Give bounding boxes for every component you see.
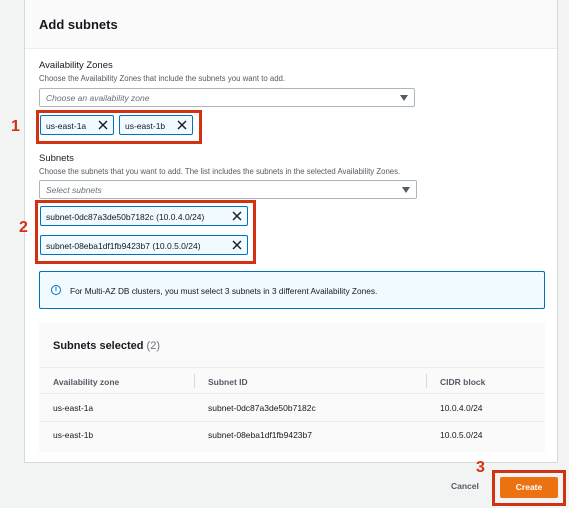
panel-header: Add subnets (25, 0, 557, 49)
cancel-button[interactable]: Cancel (451, 481, 479, 491)
table-cell-az: us-east-1a (53, 403, 94, 413)
table-cell-cidr: 10.0.4.0/24 (440, 403, 483, 413)
subnets-selected-count: (2) (146, 340, 160, 352)
subnets-selected-panel: Subnets selected (2) Availability zone S… (39, 323, 545, 452)
info-icon: i (51, 285, 61, 295)
table-cell-subnet-id: subnet-08eba1df1fb9423b7 (208, 430, 312, 440)
caret-down-icon (402, 187, 410, 193)
column-separator (194, 374, 195, 388)
table-cell-cidr: 10.0.5.0/24 (440, 430, 483, 440)
annotation-number: 1 (11, 118, 20, 135)
create-button[interactable]: Create (500, 477, 558, 498)
annotation-number: 3 (476, 459, 485, 476)
column-header-cidr: CIDR block (440, 377, 486, 387)
annotation-number: 2 (19, 219, 28, 236)
divider (39, 421, 545, 422)
table-cell-az: us-east-1b (53, 430, 94, 440)
highlight-box-subnet-tokens (35, 200, 256, 264)
highlight-box-az-tokens (36, 110, 202, 144)
divider (39, 367, 545, 368)
subnets-select[interactable]: Select subnets (39, 180, 417, 199)
info-alert: i For Multi-AZ DB clusters, you must sel… (39, 271, 545, 309)
subnets-selected-title-text: Subnets selected (53, 340, 144, 352)
table-cell-subnet-id: subnet-0dc87a3de50b7182c (208, 403, 316, 413)
az-description: Choose the Availability Zones that inclu… (39, 74, 286, 83)
divider (39, 393, 545, 394)
column-separator (426, 374, 427, 388)
panel-title: Add subnets (39, 17, 118, 32)
az-label: Availability Zones (39, 60, 113, 71)
column-header-az: Availability zone (53, 377, 120, 387)
subnets-select-placeholder: Select subnets (46, 185, 102, 195)
column-header-subnet-id: Subnet ID (208, 377, 248, 387)
subnets-description: Choose the subnets that you want to add.… (39, 167, 401, 176)
caret-down-icon (400, 95, 408, 101)
az-select-placeholder: Choose an availability zone (46, 93, 150, 103)
subnets-label: Subnets (39, 153, 74, 164)
az-select[interactable]: Choose an availability zone (39, 88, 415, 107)
info-text: For Multi-AZ DB clusters, you must selec… (70, 286, 378, 296)
subnets-selected-title: Subnets selected (2) (53, 340, 160, 352)
